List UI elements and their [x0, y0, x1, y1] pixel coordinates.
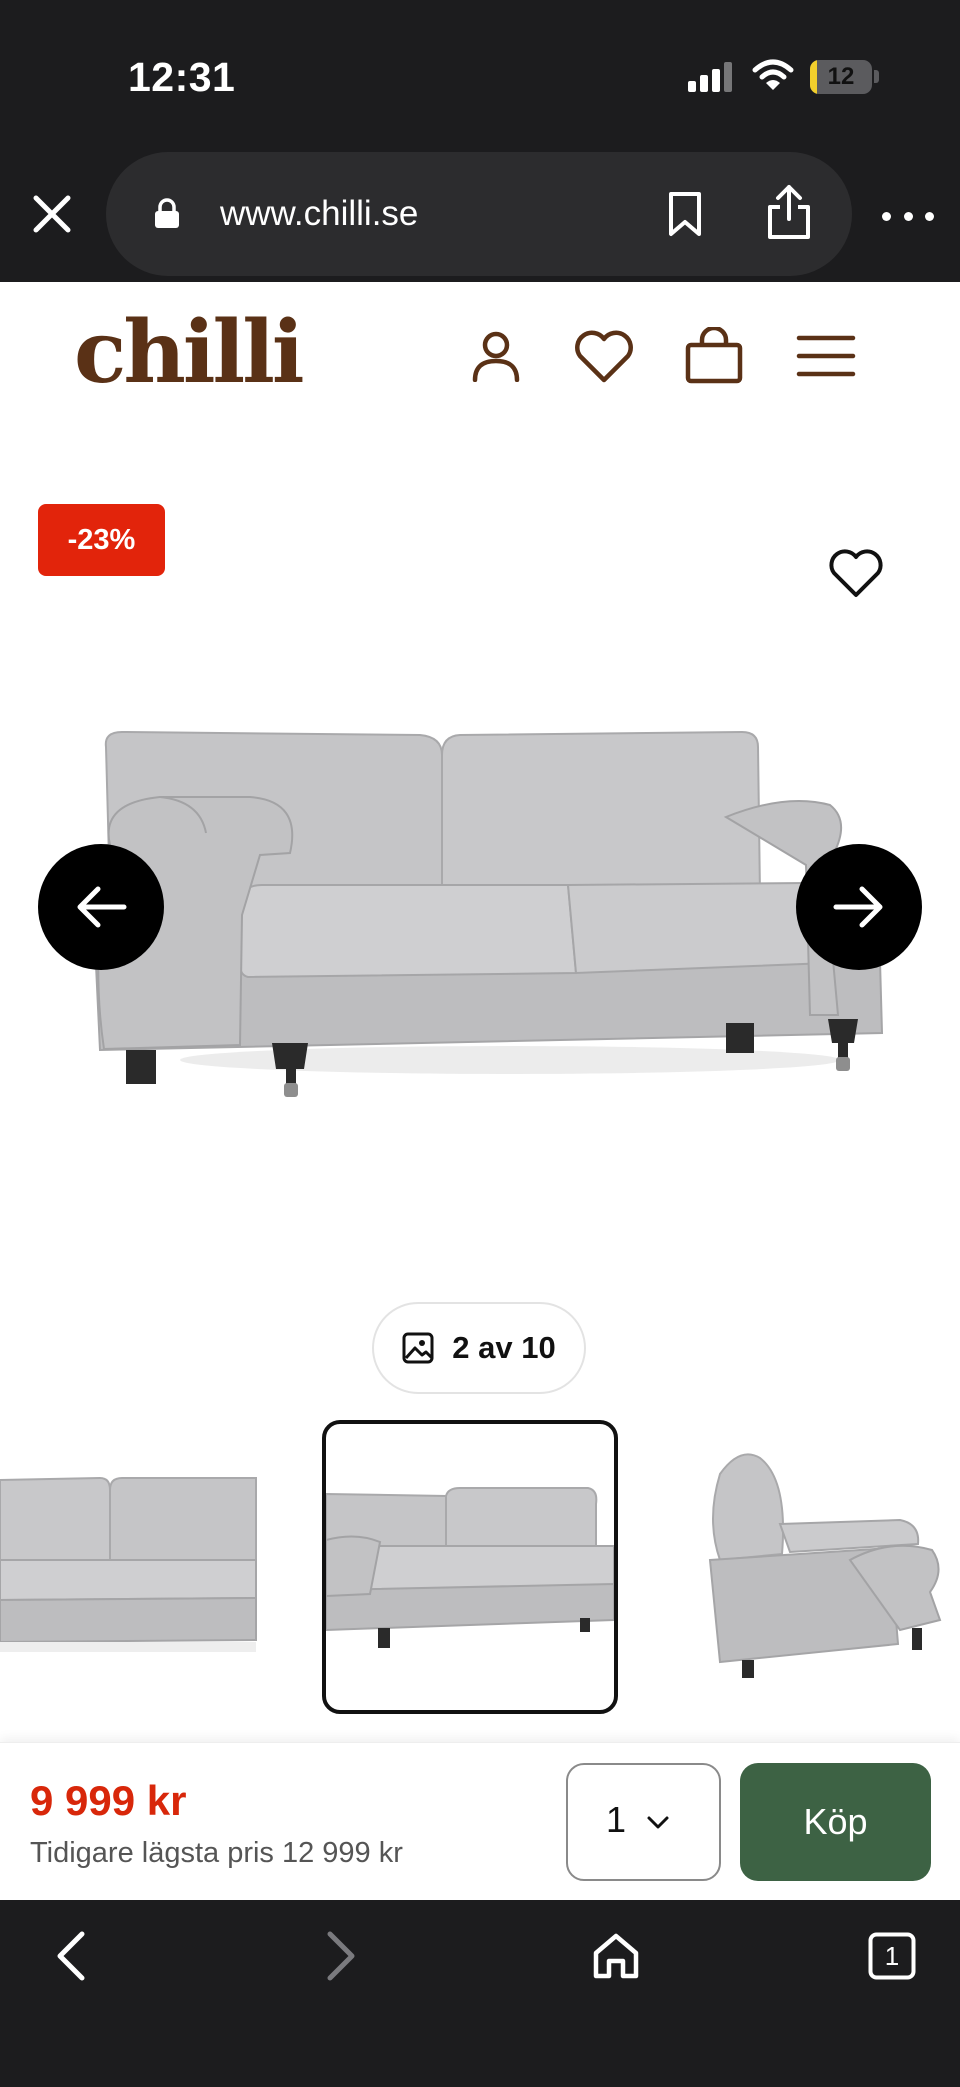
home-icon — [593, 1933, 639, 1979]
tabs-button[interactable]: 1 — [862, 1926, 922, 1986]
buy-bar: 9 999 kr Tidigare lägsta pris 12 999 kr … — [0, 1742, 960, 1900]
forward-button[interactable] — [312, 1926, 372, 1986]
wishlist-icon — [575, 330, 633, 383]
product-price: 9 999 kr — [30, 1777, 187, 1824]
quantity-value: 1 — [606, 1799, 627, 1840]
wishlist-button[interactable] — [570, 322, 638, 390]
battery-icon: 12 — [810, 60, 872, 94]
account-icon — [472, 331, 520, 382]
battery-cap — [874, 70, 879, 83]
forward-icon — [327, 1931, 355, 1981]
back-button[interactable] — [40, 1926, 100, 1986]
wifi-icon — [752, 59, 794, 90]
buy-button[interactable]: Köp — [740, 1763, 931, 1881]
site-logo[interactable]: chilli — [74, 302, 305, 403]
previous-lowest-price: Tidigare lägsta pris 12 999 kr — [30, 1837, 403, 1869]
thumbnail-image — [326, 1487, 614, 1648]
more-button[interactable] — [882, 208, 934, 224]
discount-badge: -23% — [38, 504, 165, 576]
thumbnail-image — [708, 1453, 942, 1678]
quantity-select[interactable]: 1 — [566, 1763, 721, 1881]
arrow-right-icon — [833, 886, 883, 928]
add-to-wishlist-button[interactable] — [820, 540, 892, 606]
battery-level: 12 — [827, 63, 855, 90]
status-bar: 12:31 12 — [0, 0, 960, 152]
account-button[interactable] — [462, 322, 530, 390]
status-time: 12:31 — [128, 54, 236, 100]
cellular-signal-icon — [688, 62, 734, 92]
site-header: chilli — [0, 282, 960, 422]
cart-button[interactable] — [680, 322, 748, 390]
lock-icon — [155, 198, 179, 228]
product-image — [94, 730, 884, 1097]
close-icon — [33, 195, 71, 233]
address-field[interactable]: www.chilli.se — [106, 152, 852, 276]
thumbnail-image — [0, 1476, 257, 1652]
back-icon — [57, 1931, 85, 1981]
share-button[interactable] — [762, 182, 816, 242]
heart-icon — [829, 549, 883, 597]
chevron-down-icon — [647, 1816, 669, 1829]
more-icon — [882, 211, 891, 221]
image-counter[interactable]: 2 av 10 — [372, 1302, 586, 1394]
image-icon — [402, 1332, 434, 1364]
tabs-count: 1 — [884, 1941, 900, 1971]
share-icon — [768, 185, 810, 239]
previous-image-button[interactable] — [38, 844, 164, 970]
bookmark-button[interactable] — [660, 188, 710, 240]
close-button[interactable] — [28, 190, 76, 238]
image-counter-text: 2 av 10 — [452, 1330, 556, 1365]
browser-url-bar: www.chilli.se — [0, 152, 960, 282]
menu-button[interactable] — [792, 322, 860, 390]
bookmark-icon — [669, 192, 701, 236]
home-button[interactable] — [586, 1926, 646, 1986]
thumbnail-1[interactable] — [0, 1420, 258, 1712]
browser-toolbar: 1 — [0, 1900, 960, 2087]
url-text: www.chilli.se — [220, 194, 419, 233]
thumbnail-3[interactable] — [690, 1420, 960, 1712]
menu-icon — [796, 335, 856, 377]
arrow-left-icon — [77, 886, 127, 928]
next-image-button[interactable] — [796, 844, 922, 970]
thumbnail-2-selected[interactable] — [322, 1420, 618, 1714]
tabs-icon: 1 — [868, 1932, 916, 1980]
cart-icon — [685, 327, 743, 384]
